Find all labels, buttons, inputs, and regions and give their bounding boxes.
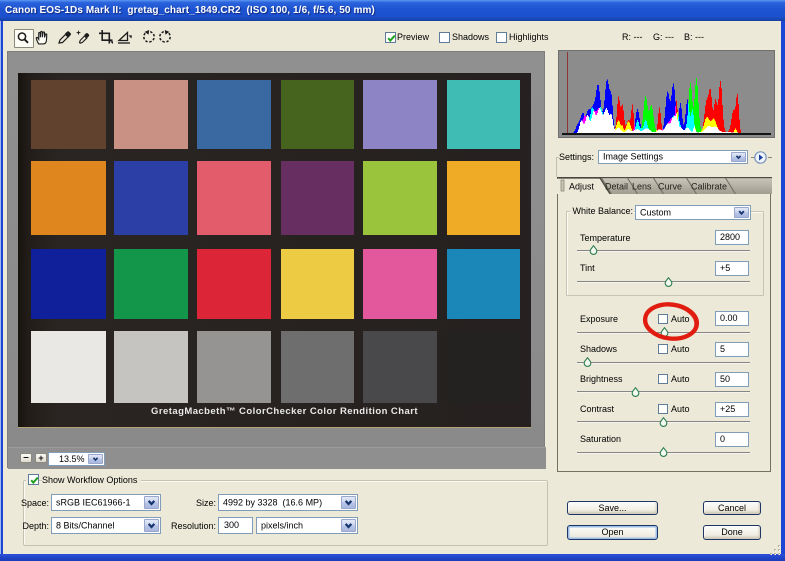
svg-text:Detail: Detail: [605, 181, 628, 191]
svg-text:Calibrate: Calibrate: [691, 181, 727, 191]
svg-text:Lens: Lens: [632, 181, 652, 191]
svg-text:Curve: Curve: [658, 181, 682, 191]
svg-text:Adjust: Adjust: [569, 181, 595, 191]
